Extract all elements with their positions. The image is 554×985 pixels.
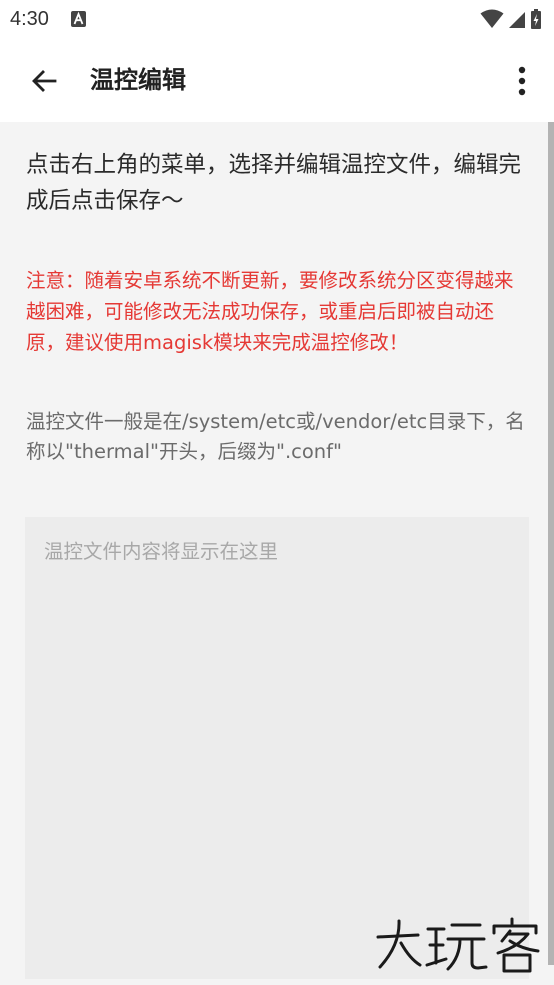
a-notification-icon xyxy=(71,11,86,27)
more-vert-icon xyxy=(518,66,526,96)
arrow-left-icon xyxy=(32,70,57,92)
more-menu-button[interactable] xyxy=(504,59,540,103)
page-title: 温控编辑 xyxy=(90,66,186,94)
status-time: 4:30 xyxy=(10,8,49,30)
warning-text: 注意：随着安卓系统不断更新，要修改系统分区变得越来越困难，可能修改无法成功保存，… xyxy=(26,269,514,354)
instructions-text: 点击右上角的菜单，选择并编辑温控文件，编辑完成后点击保存～ xyxy=(26,152,522,214)
content-area: 点击右上角的菜单，选择并编辑温控文件，编辑完成后点击保存～ 注意：随着安卓系统不… xyxy=(0,122,554,985)
back-button[interactable] xyxy=(22,59,66,103)
watermark-logo xyxy=(376,917,540,973)
app-bar: 温控编辑 xyxy=(0,40,554,122)
scrollbar[interactable] xyxy=(548,122,554,965)
status-bar: 4:30 xyxy=(0,0,554,40)
status-icons xyxy=(480,9,542,29)
wifi-icon xyxy=(480,9,504,28)
battery-icon xyxy=(531,9,541,29)
thermal-file-editor[interactable]: 温控文件内容将显示在这里 xyxy=(25,517,529,979)
signal-icon xyxy=(509,12,525,28)
editor-placeholder: 温控文件内容将显示在这里 xyxy=(44,540,279,563)
hint-text: 温控文件一般是在/system/etc或/vendor/etc目录下，名称以"t… xyxy=(26,410,525,463)
